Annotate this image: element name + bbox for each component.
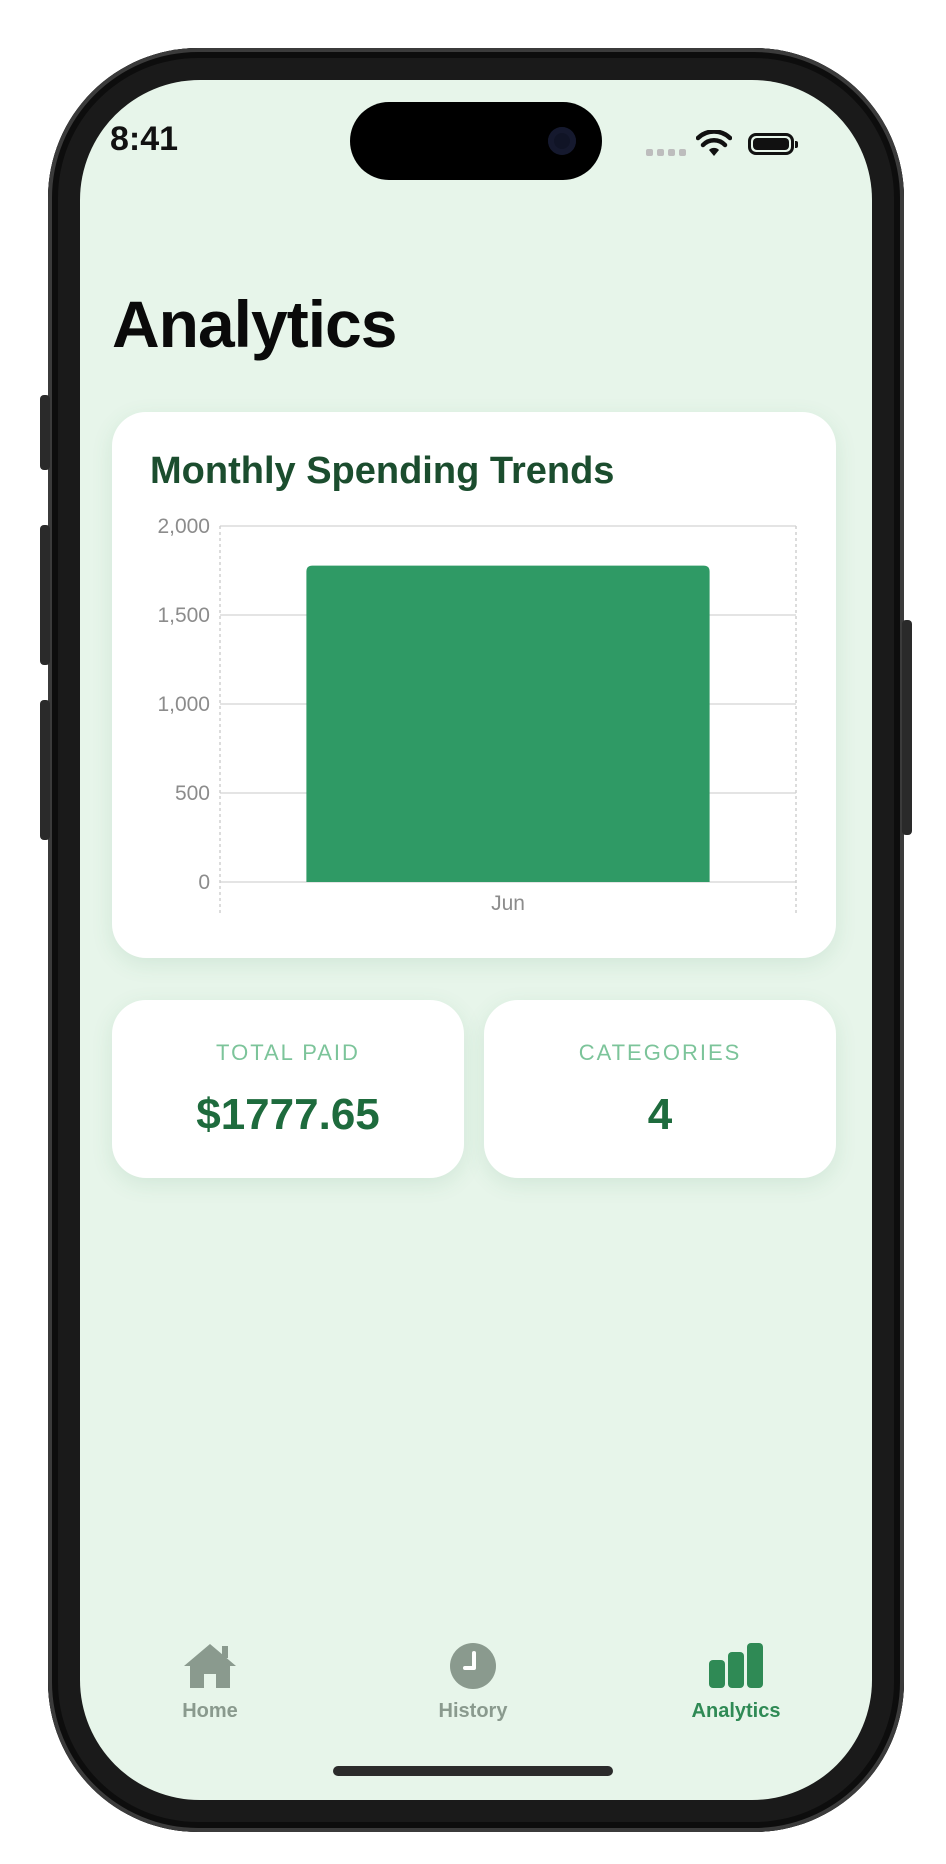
spending-chart-card: Monthly Spending Trends 2,000 1,500 1,000 5… (112, 412, 836, 958)
categories-label: CATEGORIES (578, 1040, 742, 1065)
action-button (40, 395, 50, 470)
clock-icon (450, 1643, 496, 1689)
y-tick-label: 1,500 (157, 604, 210, 627)
total-paid-value: $1777.65 (196, 1090, 380, 1139)
page-title: Analytics (112, 287, 397, 361)
spending-bar-chart: 2,000 1,500 1,000 500 0 Jun (157, 515, 797, 915)
total-paid-card: TOTAL PAID $1777.65 (112, 1000, 464, 1178)
y-tick-label: 500 (175, 782, 210, 805)
tab-analytics-label: Analytics (691, 1700, 781, 1722)
tab-analytics[interactable]: Analytics (656, 1640, 816, 1723)
y-tick-label: 0 (198, 871, 210, 894)
volume-down-button (40, 700, 50, 840)
dynamic-island (350, 102, 602, 180)
battery-icon (748, 133, 798, 155)
tab-history[interactable]: History (393, 1640, 553, 1723)
tab-history-label: History (438, 1700, 508, 1722)
status-time: 8:41 (110, 120, 179, 158)
categories-value: 4 (647, 1090, 673, 1139)
y-tick-label: 2,000 (157, 515, 210, 538)
home-icon (184, 1644, 236, 1688)
cellular-signal-icon (646, 149, 686, 156)
power-button (902, 620, 912, 835)
wifi-icon (696, 130, 732, 156)
tab-home-label: Home (182, 1700, 238, 1722)
bar-chart-icon (709, 1643, 763, 1688)
total-paid-label: TOTAL PAID (216, 1040, 360, 1065)
front-camera-icon (548, 127, 576, 155)
home-indicator (333, 1766, 613, 1776)
bar-jun (306, 565, 710, 882)
volume-up-button (40, 525, 50, 665)
y-tick-label: 1,000 (157, 693, 210, 716)
tab-home[interactable]: Home (130, 1640, 290, 1723)
categories-card: CATEGORIES 4 (484, 1000, 836, 1178)
x-tick-label: Jun (491, 892, 525, 915)
